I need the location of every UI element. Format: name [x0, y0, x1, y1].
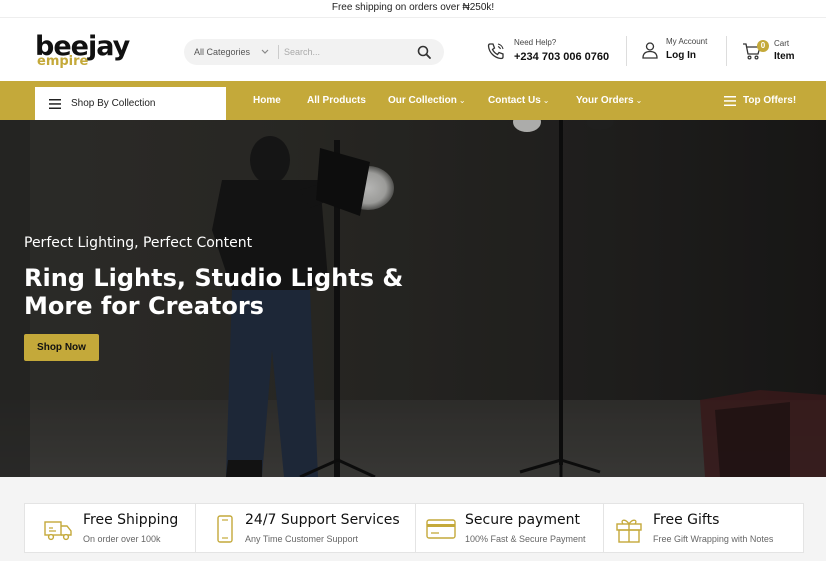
- cart-label: Cart: [774, 39, 790, 48]
- hero-banner: Perfect Lighting, Perfect Content Ring L…: [0, 120, 826, 477]
- account-label: My Account: [666, 37, 708, 46]
- announcement-bar: Free shipping on orders over ₦250k!: [0, 0, 826, 18]
- logo-sub-text: empire: [37, 54, 89, 69]
- site-header: beejay empire All Categories Need Help? …: [0, 20, 826, 80]
- feature-title: Free Gifts: [653, 512, 720, 528]
- user-icon[interactable]: [641, 41, 659, 59]
- nav-your-orders-label: Your Orders: [576, 95, 634, 106]
- chevron-down-icon: ⌄: [635, 96, 643, 105]
- category-select[interactable]: All Categories: [194, 39, 250, 65]
- feature-title: 24/7 Support Services: [245, 512, 400, 528]
- header-divider: [726, 36, 727, 66]
- phone-icon: [217, 515, 233, 543]
- login-link[interactable]: Log In: [666, 50, 696, 61]
- feature-divider: [603, 504, 604, 552]
- feature-title: Free Shipping: [83, 512, 179, 528]
- truck-icon: [44, 521, 72, 541]
- nav-your-orders[interactable]: Your Orders ⌄: [576, 81, 642, 120]
- features-section: Free Shipping On order over 100k 24/7 Su…: [0, 477, 826, 561]
- feature-desc: Free Gift Wrapping with Notes: [653, 534, 774, 544]
- feature-support: 24/7 Support Services Any Time Customer …: [209, 504, 419, 552]
- header-divider: [626, 36, 627, 66]
- feature-desc: On order over 100k: [83, 534, 161, 544]
- site-logo[interactable]: beejay empire: [35, 32, 145, 72]
- help-label: Need Help?: [514, 38, 557, 47]
- chevron-down-icon[interactable]: [260, 46, 270, 56]
- menu-icon: [49, 99, 61, 109]
- nav-contact-us-label: Contact Us: [488, 95, 541, 106]
- feature-desc: Any Time Customer Support: [245, 534, 359, 544]
- shop-by-collection-button[interactable]: Shop By Collection: [35, 87, 226, 120]
- feature-free-shipping: Free Shipping On order over 100k: [43, 504, 203, 552]
- shop-now-button[interactable]: Shop Now: [24, 334, 99, 361]
- feature-divider: [415, 504, 416, 552]
- nav-contact-us[interactable]: Contact Us ⌄: [488, 81, 550, 120]
- nav-our-collection[interactable]: Our Collection ⌄: [388, 81, 466, 120]
- help-phone[interactable]: +234 703 006 0760: [514, 51, 609, 63]
- search-input[interactable]: [284, 42, 404, 62]
- feature-desc: 100% Fast & Secure Payment: [465, 534, 586, 544]
- hero-subtitle: Perfect Lighting, Perfect Content: [24, 235, 253, 251]
- announcement-text: Free shipping on orders over ₦250k!: [331, 2, 495, 13]
- feature-secure-payment: Secure payment 100% Fast & Secure Paymen…: [425, 504, 605, 552]
- cart-item-label[interactable]: Item: [774, 51, 795, 62]
- feature-free-gifts: Free Gifts Free Gift Wrapping with Notes: [613, 504, 803, 552]
- menu-icon: [724, 96, 736, 106]
- features-bar: Free Shipping On order over 100k 24/7 Su…: [24, 503, 804, 553]
- main-nav: Shop By Collection Home All Products Our…: [0, 81, 826, 120]
- nav-our-collection-label: Our Collection: [388, 95, 457, 106]
- phone-icon: [487, 43, 504, 60]
- gift-icon: [616, 519, 642, 543]
- search-bar: All Categories: [184, 39, 444, 65]
- hero-title: Ring Lights, Studio Lights & More for Cr…: [24, 264, 404, 320]
- nav-all-products[interactable]: All Products: [307, 81, 366, 120]
- cart-count-badge: 0: [757, 40, 769, 52]
- nav-home[interactable]: Home: [253, 81, 281, 120]
- feature-divider: [195, 504, 196, 552]
- chevron-down-icon: ⌄: [458, 96, 466, 105]
- search-divider: [278, 45, 279, 59]
- nav-top-offers[interactable]: Top Offers!: [743, 81, 796, 120]
- chevron-down-icon: ⌄: [542, 96, 550, 105]
- feature-title: Secure payment: [465, 512, 580, 528]
- search-icon[interactable]: [416, 44, 432, 60]
- card-icon: [426, 519, 456, 539]
- shop-by-label: Shop By Collection: [71, 98, 156, 109]
